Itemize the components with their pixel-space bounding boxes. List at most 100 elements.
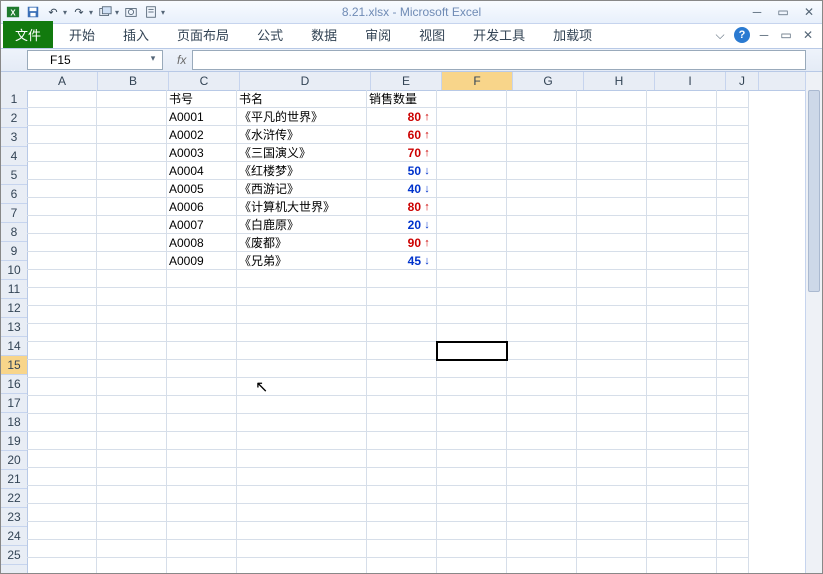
cell-D6[interactable]: 《西游记》 [237,180,367,198]
cell-I22[interactable] [647,468,717,486]
cell-H4[interactable] [577,144,647,162]
cell-F2[interactable] [437,108,507,126]
cell-G21[interactable] [507,450,577,468]
col-header-C[interactable]: C [169,72,240,90]
cell-A24[interactable] [27,504,97,522]
cell-H14[interactable] [577,324,647,342]
qat-customize-icon[interactable]: ▾ [161,8,165,17]
cell-G27[interactable] [507,558,577,573]
cell-A13[interactable] [27,306,97,324]
row-header-20[interactable]: 20 [1,451,27,470]
row-header-8[interactable]: 8 [1,223,27,242]
cell-C9[interactable]: A0008 [167,234,237,252]
cell-J7[interactable] [717,198,749,216]
cell-A26[interactable] [27,540,97,558]
cell-B19[interactable] [97,414,167,432]
cell-A18[interactable] [27,396,97,414]
cell-I24[interactable] [647,504,717,522]
scrollbar-thumb[interactable] [808,90,820,292]
cell-H22[interactable] [577,468,647,486]
row-header-15[interactable]: 15 [1,356,27,375]
row-header-6[interactable]: 6 [1,185,27,204]
cell-J25[interactable] [717,522,749,540]
row-header-11[interactable]: 11 [1,280,27,299]
cell-H8[interactable] [577,216,647,234]
cell-I26[interactable] [647,540,717,558]
undo-dropdown-icon[interactable]: ▾ [63,8,67,17]
cell-D2[interactable]: 《平凡的世界》 [237,108,367,126]
cell-I15[interactable] [647,342,717,360]
qat-icon-1[interactable] [97,4,113,20]
cell-C4[interactable]: A0003 [167,144,237,162]
cell-A19[interactable] [27,414,97,432]
cell-G9[interactable] [507,234,577,252]
cell-F14[interactable] [437,324,507,342]
cell-C18[interactable] [167,396,237,414]
cell-I2[interactable] [647,108,717,126]
cell-G14[interactable] [507,324,577,342]
cell-D25[interactable] [237,522,367,540]
cell-I13[interactable] [647,306,717,324]
cell-B5[interactable] [97,162,167,180]
cell-H11[interactable] [577,270,647,288]
cell-B15[interactable] [97,342,167,360]
cell-B8[interactable] [97,216,167,234]
cell-F5[interactable] [437,162,507,180]
cell-D18[interactable] [237,396,367,414]
cell-D20[interactable] [237,432,367,450]
col-header-I[interactable]: I [655,72,726,90]
cell-J10[interactable] [717,252,749,270]
cell-C11[interactable] [167,270,237,288]
cell-G16[interactable] [507,360,577,378]
cell-A7[interactable] [27,198,97,216]
cell-B20[interactable] [97,432,167,450]
cell-E16[interactable] [367,360,437,378]
row-header-16[interactable]: 16 [1,375,27,394]
col-header-E[interactable]: E [371,72,442,90]
cell-E1[interactable]: 销售数量 [367,90,437,108]
cell-D9[interactable]: 《废都》 [237,234,367,252]
cell-I6[interactable] [647,180,717,198]
cell-G7[interactable] [507,198,577,216]
cell-A5[interactable] [27,162,97,180]
cell-G25[interactable] [507,522,577,540]
tab-insert[interactable]: 插入 [113,21,159,48]
cell-B7[interactable] [97,198,167,216]
cell-C19[interactable] [167,414,237,432]
cell-B17[interactable] [97,378,167,396]
cell-E17[interactable] [367,378,437,396]
cell-J13[interactable] [717,306,749,324]
cell-E26[interactable] [367,540,437,558]
tab-file[interactable]: 文件 [3,21,53,48]
cell-I27[interactable] [647,558,717,573]
cell-E18[interactable] [367,396,437,414]
cell-D8[interactable]: 《白鹿原》 [237,216,367,234]
cell-H2[interactable] [577,108,647,126]
select-all-corner[interactable] [1,72,28,91]
cell-B21[interactable] [97,450,167,468]
cell-D21[interactable] [237,450,367,468]
tab-view[interactable]: 视图 [409,21,455,48]
cell-I20[interactable] [647,432,717,450]
cell-J9[interactable] [717,234,749,252]
name-box-dropdown-icon[interactable]: ▾ [146,53,160,67]
row-header-21[interactable]: 21 [1,470,27,489]
redo-dropdown-icon[interactable]: ▾ [89,8,93,17]
cell-I9[interactable] [647,234,717,252]
cell-I16[interactable] [647,360,717,378]
cell-G3[interactable] [507,126,577,144]
cell-F16[interactable] [437,360,507,378]
cell-G20[interactable] [507,432,577,450]
cell-G26[interactable] [507,540,577,558]
qat-icon-2[interactable] [123,4,139,20]
cell-C6[interactable]: A0005 [167,180,237,198]
cell-I18[interactable] [647,396,717,414]
cell-E12[interactable] [367,288,437,306]
cell-B14[interactable] [97,324,167,342]
cell-E20[interactable] [367,432,437,450]
cell-F20[interactable] [437,432,507,450]
cell-I4[interactable] [647,144,717,162]
cell-D7[interactable]: 《计算机大世界》 [237,198,367,216]
cell-E21[interactable] [367,450,437,468]
cell-B18[interactable] [97,396,167,414]
